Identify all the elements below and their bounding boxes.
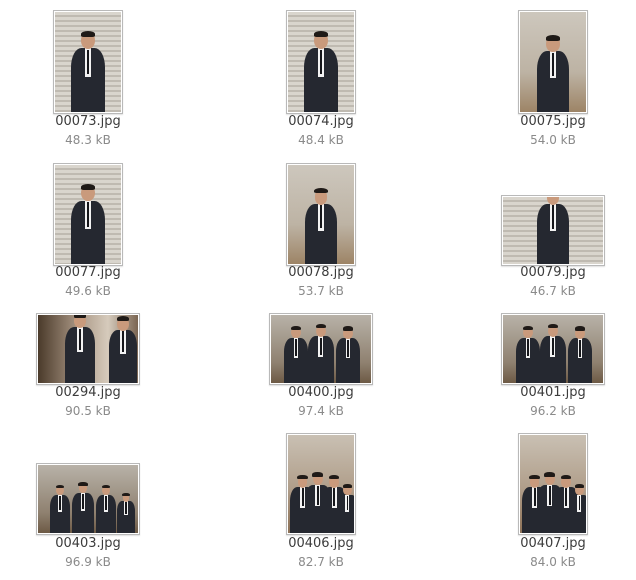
person-figure bbox=[117, 492, 135, 533]
photo-preview bbox=[38, 465, 138, 533]
file-size: 82.7 kB bbox=[298, 555, 344, 569]
photo-preview bbox=[520, 435, 586, 533]
file-icon-grid: 00073.jpg 48.3 kB 00074.jpg 48.4 kB 00075.jp… bbox=[0, 0, 636, 580]
file-item[interactable]: 00407.jpg 84.0 kB bbox=[468, 0, 636, 580]
person-figure bbox=[569, 484, 586, 533]
person-figure bbox=[49, 484, 71, 533]
person-figure bbox=[95, 484, 117, 533]
file-item[interactable]: 00406.jpg 82.7 kB bbox=[236, 0, 406, 580]
image-thumbnail[interactable] bbox=[286, 433, 356, 535]
file-size: 96.9 kB bbox=[65, 555, 111, 569]
photo-preview bbox=[288, 435, 354, 533]
image-thumbnail[interactable] bbox=[518, 433, 588, 535]
file-item[interactable]: 00403.jpg 96.9 kB bbox=[3, 0, 173, 580]
file-name[interactable]: 00407.jpg bbox=[468, 536, 636, 551]
person-figure bbox=[337, 484, 354, 533]
person-figure bbox=[72, 481, 94, 533]
file-size: 84.0 kB bbox=[530, 555, 576, 569]
image-thumbnail[interactable] bbox=[36, 463, 140, 535]
file-name[interactable]: 00406.jpg bbox=[236, 536, 406, 551]
file-name[interactable]: 00403.jpg bbox=[3, 536, 173, 551]
